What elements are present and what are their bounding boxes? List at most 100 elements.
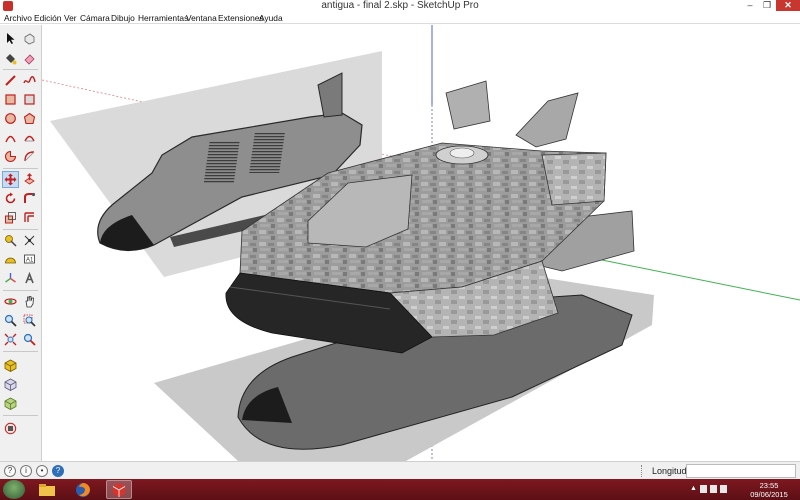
dimension-tool[interactable] (22, 233, 37, 248)
warehouse-icon (4, 359, 17, 372)
rectangle-tool[interactable] (3, 92, 18, 107)
move-tool[interactable] (2, 171, 19, 188)
menu-ventana[interactable]: Ventana (186, 12, 217, 24)
protractor-tool[interactable] (3, 252, 18, 267)
zoom-tool[interactable] (3, 313, 18, 328)
protractor-icon (5, 257, 16, 264)
maximize-button[interactable]: ❐ (759, 0, 775, 11)
position-camera-tool[interactable] (22, 332, 37, 347)
paint-bucket-tool[interactable] (3, 51, 18, 66)
measurement-label: Longitud (652, 466, 687, 476)
pie-icon (4, 150, 17, 163)
scale-tool[interactable] (3, 210, 18, 225)
toolbar-separator (3, 69, 38, 70)
select-tool[interactable] (3, 31, 18, 46)
arc-tool[interactable] (3, 130, 18, 145)
pie-tool[interactable] (3, 149, 18, 164)
styles-icon (4, 422, 17, 435)
toolbar-separator (3, 168, 38, 169)
menu-herramientas[interactable]: Herramientas (138, 12, 188, 24)
menu-ver[interactable]: Ver (64, 12, 77, 24)
menu-camara[interactable]: Cámara (80, 12, 110, 24)
zoom-window-icon (23, 314, 36, 327)
network-icon[interactable] (700, 485, 707, 493)
taskbar-file-explorer[interactable] (34, 480, 60, 499)
follow-me-icon (24, 192, 36, 203)
circle-icon (5, 113, 16, 124)
menu-bar: Archivo Edición Ver Cámara Dibujo Herram… (0, 12, 800, 24)
offset-tool[interactable] (22, 210, 37, 225)
volume-icon[interactable] (710, 485, 717, 493)
minimize-button[interactable]: – (742, 0, 758, 11)
eraser-tool[interactable] (22, 51, 37, 66)
polygon-tool[interactable] (22, 111, 37, 126)
extension-warehouse-button[interactable] (3, 396, 18, 411)
close-button[interactable]: ✕ (776, 0, 800, 11)
3d-text-tool[interactable] (22, 271, 37, 286)
polygon-icon (23, 112, 36, 125)
components-icon (4, 378, 17, 391)
measurement-input[interactable] (686, 464, 796, 478)
push-pull-tool[interactable] (22, 172, 37, 187)
zoom-window-tool[interactable] (22, 313, 37, 328)
battery-icon[interactable] (720, 485, 727, 493)
text-icon: A1 (24, 254, 35, 264)
orbit-tool[interactable] (3, 294, 18, 309)
status-grip[interactable] (641, 465, 643, 477)
components-button[interactable] (3, 377, 18, 392)
taskbar-firefox[interactable] (70, 480, 96, 499)
rotate-tool[interactable] (3, 191, 18, 206)
start-button[interactable] (3, 480, 25, 499)
styles-button[interactable] (3, 421, 18, 436)
system-clock[interactable]: 23:55 09/06/2015 (745, 481, 793, 499)
large-tool-set: A1 (0, 25, 42, 461)
axes-tool[interactable] (3, 271, 18, 286)
system-tray[interactable] (700, 484, 734, 494)
restore-icon: ❐ (762, 0, 772, 10)
instructor-button[interactable]: ? (52, 465, 64, 477)
user-icon: • (40, 466, 44, 475)
make-component-tool[interactable] (22, 31, 37, 46)
scene-canvas (42, 25, 800, 461)
modeling-viewport[interactable] (42, 25, 800, 461)
push-pull-icon (24, 173, 35, 185)
menu-edicion[interactable]: Edición (34, 12, 61, 24)
tape-measure-tool[interactable] (3, 233, 18, 248)
geo-location-button[interactable]: ? (4, 465, 16, 477)
menu-archivo[interactable]: Archivo (4, 12, 32, 24)
tray-expand-icon[interactable]: ▲ (690, 485, 697, 492)
taskbar-sketchup[interactable] (106, 480, 132, 499)
two-point-arc-tool[interactable] (22, 130, 37, 145)
clock-date: 09/06/2015 (750, 490, 788, 499)
close-icon: ✕ (784, 0, 792, 10)
paint-bucket-icon (6, 54, 17, 65)
user-button[interactable]: • (36, 465, 48, 477)
credits-button[interactable]: i (20, 465, 32, 477)
axes-icon (5, 273, 16, 283)
geo-location-icon: ? (7, 466, 13, 475)
rotate-icon (5, 192, 16, 204)
file-explorer-icon (39, 483, 55, 496)
zoom-extents-tool[interactable] (3, 332, 18, 347)
menu-ayuda[interactable]: Ayuda (259, 12, 283, 24)
circle-tool[interactable] (3, 111, 18, 126)
toolbar-separator (3, 351, 38, 352)
menu-extensiones[interactable]: Extensiones (218, 12, 264, 24)
minimize-icon: – (747, 0, 753, 10)
arc-icon (5, 135, 16, 143)
warehouse-button[interactable] (3, 358, 18, 373)
three-point-arc-tool[interactable] (22, 149, 37, 164)
move-icon (4, 173, 17, 186)
line-tool[interactable] (3, 73, 18, 88)
follow-me-tool[interactable] (22, 191, 37, 206)
pan-tool[interactable] (22, 294, 37, 309)
freehand-tool[interactable] (22, 73, 37, 88)
text-tool[interactable]: A1 (22, 252, 37, 267)
svg-text:A1: A1 (26, 258, 34, 264)
3d-text-icon (25, 272, 34, 284)
rotated-rectangle-icon (24, 94, 35, 105)
rectangle-icon (5, 94, 16, 105)
menu-dibujo[interactable]: Dibujo (111, 12, 135, 24)
rotated-rectangle-tool[interactable] (22, 92, 37, 107)
toolbar-separator (3, 415, 38, 416)
